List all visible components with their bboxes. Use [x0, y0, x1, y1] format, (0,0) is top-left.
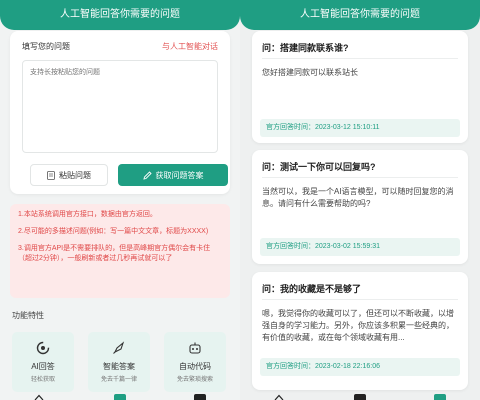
rocket-icon [113, 341, 125, 354]
answer-card[interactable]: 问：我的收藏是不是够了 嗯，我觉得你的收藏可以了，但还可以不断收藏，以增强自身的… [252, 272, 468, 390]
answer-question: 问：测试一下你可以回复吗? [262, 162, 376, 172]
answer-time: 官方回答时间：2023-03-02 15:59:31 [260, 238, 460, 256]
features-title: 功能特性 [12, 311, 44, 320]
question-card: 填写您的问题 与人工智能对话 粘贴问题 获取问题答案 [10, 31, 230, 194]
page-header: 人工智能回答你需要的问题 [0, 0, 240, 30]
c-logo-icon [36, 341, 50, 355]
page-title: 人工智能回答你需要的问题 [300, 9, 420, 20]
answer-time: 官方回答时间：2023-03-12 15:10:11 [260, 119, 460, 137]
feature-subtitle: 免去千篇一律 [100, 377, 137, 383]
answer-question: 问：搭建同款联系谁? [262, 43, 349, 53]
feature-subtitle: 轻松获取 [30, 377, 55, 383]
answer-text: 您好搭建同款可以联系站长 [262, 68, 358, 77]
feature-ai-answer[interactable]: AI回答 轻松获取 [12, 332, 74, 392]
answer-time: 官方回答时间：2023-02-18 22:16:06 [260, 358, 460, 376]
question-label: 填写您的问题 [22, 42, 70, 51]
answer-text: 嗯，我觉得你的收藏可以了，但还可以不断收藏，以增强自身的学习能力。另外，你应该多… [262, 309, 454, 342]
bottom-nav [0, 394, 240, 400]
answer-card[interactable]: 问：测试一下你可以回复吗? 当然可以，我是一个AI语言模型，可以随时回复您的消息… [252, 150, 468, 264]
notice-item: 2.尽可能的多描述问题(例如：写一篇中文文章，标题为XXXX) [18, 228, 209, 235]
home-icon[interactable] [274, 394, 284, 400]
answers-page: 人工智能回答你需要的问题 问：搭建同款联系谁? 您好搭建同款可以联系站长 官方回… [240, 0, 480, 400]
usage-notice: 1.本站系统调用官方接口，数据由官方返回。 2.尽可能的多描述问题(例如：写一篇… [10, 204, 230, 298]
ask-page: 人工智能回答你需要的问题 填写您的问题 与人工智能对话 粘贴问题 获取问题答案 … [0, 0, 240, 400]
feature-auto-code[interactable]: 自动代码 免去繁琐搜索 [164, 332, 226, 392]
divider [262, 58, 458, 59]
page-title: 人工智能回答你需要的问题 [60, 9, 180, 20]
answer-tab-icon[interactable] [434, 394, 446, 400]
notice-item: 3.调用官方API是不需要排队的，但是高峰期官方偶尔会有卡住（超过2分钟），一般… [18, 245, 211, 262]
answer-question: 问：我的收藏是不是够了 [262, 284, 362, 294]
document-icon [47, 170, 55, 180]
qa-tab-icon[interactable] [354, 394, 366, 400]
answer-text: 当然可以，我是一个AI语言模型，可以随时回复您的消息。请问有什么需要帮助的吗? [262, 187, 454, 208]
notice-item: 1.本站系统调用官方接口，数据由官方返回。 [18, 211, 157, 218]
feature-smart-answer[interactable]: 智能答案 免去千篇一律 [88, 332, 150, 392]
answer-card[interactable]: 问：搭建同款联系谁? 您好搭建同款可以联系站长 官方回答时间：2023-03-1… [252, 31, 468, 143]
feature-subtitle: 免去繁琐搜索 [176, 377, 213, 383]
get-answer-label: 获取问题答案 [155, 170, 204, 180]
qa-tab-icon[interactable] [114, 394, 126, 400]
feature-title: 智能答案 [103, 362, 135, 371]
paste-label: 粘贴问题 [59, 170, 91, 180]
divider [262, 177, 458, 178]
answer-tab-icon[interactable] [194, 394, 206, 400]
feature-title: AI回答 [31, 362, 55, 371]
page-header: 人工智能回答你需要的问题 [240, 0, 480, 30]
question-input[interactable] [22, 60, 218, 153]
paste-question-button[interactable]: 粘贴问题 [30, 164, 108, 186]
chat-with-ai-link[interactable]: 与人工智能对话 [162, 41, 218, 52]
robot-icon [189, 342, 201, 354]
divider [262, 299, 458, 300]
home-icon[interactable] [34, 394, 44, 400]
feature-title: 自动代码 [179, 362, 211, 371]
get-answer-button[interactable]: 获取问题答案 [118, 164, 228, 186]
bottom-nav [240, 394, 480, 400]
pencil-icon [142, 170, 152, 180]
